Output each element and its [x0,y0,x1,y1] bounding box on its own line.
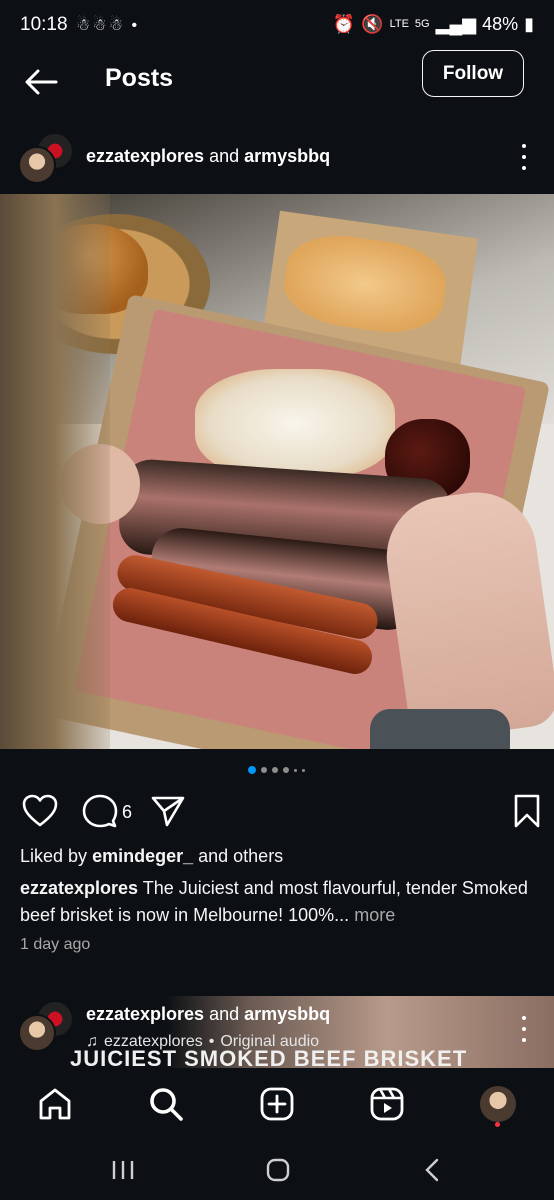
comment-button[interactable] [82,794,118,833]
liked-prefix: Liked by [20,846,88,866]
photo-sleeve [370,709,510,749]
username-primary[interactable]: ezzatexplores [86,146,204,166]
post-actions: 6 [22,794,542,828]
liked-by[interactable]: Liked by emindeger_ and others [20,846,283,867]
save-button[interactable] [512,794,542,833]
carousel-dot [272,767,278,773]
carousel-dot [302,768,305,772]
more-options-button[interactable] [520,144,528,170]
audio-separator: • [208,1033,215,1050]
chevron-left-icon [425,1158,439,1182]
avatar-primary [18,146,56,184]
nav-profile[interactable] [478,1084,518,1124]
carousel-indicator [248,766,305,774]
carousel-dot [261,767,267,773]
liked-user[interactable]: emindeger_ [92,846,193,866]
username-join: and [209,146,240,166]
dot [522,155,526,159]
carousel-dot [283,767,289,773]
music-note-icon: ♫ [86,1033,98,1050]
username-secondary[interactable]: armysbbq [244,1004,330,1024]
next-post-more-button[interactable] [520,1016,528,1042]
network-label: LTE [389,18,409,30]
recents-icon [112,1161,134,1179]
username-primary[interactable]: ezzatexplores [86,1004,204,1024]
share-button[interactable] [150,794,186,833]
reels-icon [370,1087,404,1121]
username-join: and [209,1004,240,1024]
caption-more-link[interactable]: more [354,905,395,925]
username-secondary[interactable]: armysbbq [244,146,330,166]
dot [522,1027,526,1031]
post-usernames[interactable]: ezzatexplores and armysbbq [86,146,330,167]
notification-icons: ☃☃☃ • [76,17,140,34]
bookmark-icon [514,794,540,828]
post-caption[interactable]: ezzatexplores The Juiciest and most flav… [20,875,540,929]
post-image[interactable] [0,194,554,749]
page-title: Posts [105,64,174,92]
network-type: 5G [414,18,430,30]
follow-button[interactable]: Follow [422,50,524,97]
status-right: ⏰ 🔇 LTE 5G ▂▄▆ 48% ▮ [333,14,534,35]
send-icon [151,796,185,827]
battery-icon: ▮ [524,14,534,34]
home-system-button[interactable] [265,1154,291,1186]
post-timestamp: 1 day ago [20,936,91,953]
nav-search[interactable] [146,1084,186,1124]
photo-hair [0,194,110,749]
carousel-dot [294,768,297,772]
comment-icon [82,794,118,828]
bottom-nav [0,1068,554,1140]
status-bar: 10:18 ☃☃☃ • ⏰ 🔇 LTE 5G ▂▄▆ 48% ▮ [0,0,554,50]
carousel-dot-active [248,766,256,774]
home-icon [39,1088,71,1120]
comment-count[interactable]: 6 [122,802,132,823]
back-button[interactable] [22,62,62,102]
post-avatar[interactable] [18,132,74,184]
caption-username[interactable]: ezzatexplores [20,878,138,898]
liked-suffix: and others [198,846,284,866]
dot [522,1016,526,1020]
notification-dot [495,1122,500,1127]
heart-icon [22,794,58,827]
audio-user: ezzatexplores [104,1033,203,1050]
battery-percent: 48% [482,14,519,34]
profile-avatar [480,1086,516,1122]
dot [522,166,526,170]
next-post-avatar[interactable] [18,1000,74,1052]
create-icon [260,1087,294,1121]
back-system-button[interactable] [422,1154,444,1186]
search-icon [150,1088,183,1121]
signal-icon: ▂▄▆ [435,14,477,34]
home-circle-icon [266,1158,290,1182]
audio-label: Original audio [220,1033,320,1050]
status-time: 10:18 [20,14,68,35]
next-post-usernames[interactable]: ezzatexplores and armysbbq [86,1004,330,1025]
nav-create[interactable] [257,1084,297,1124]
recents-button[interactable] [110,1154,136,1186]
next-post-audio[interactable]: ♫ ezzatexplores • Original audio [86,1033,319,1051]
like-button[interactable] [22,794,58,833]
photo-slaw [195,369,395,479]
mute-icon: 🔇 [361,14,384,34]
alarm-icon: ⏰ [332,14,356,34]
dot [522,144,526,148]
avatar-primary [18,1014,56,1052]
dot [522,1038,526,1042]
nav-reels[interactable] [367,1084,407,1124]
system-nav [0,1140,554,1200]
nav-home[interactable] [35,1084,75,1124]
arrow-left-icon [25,69,58,95]
